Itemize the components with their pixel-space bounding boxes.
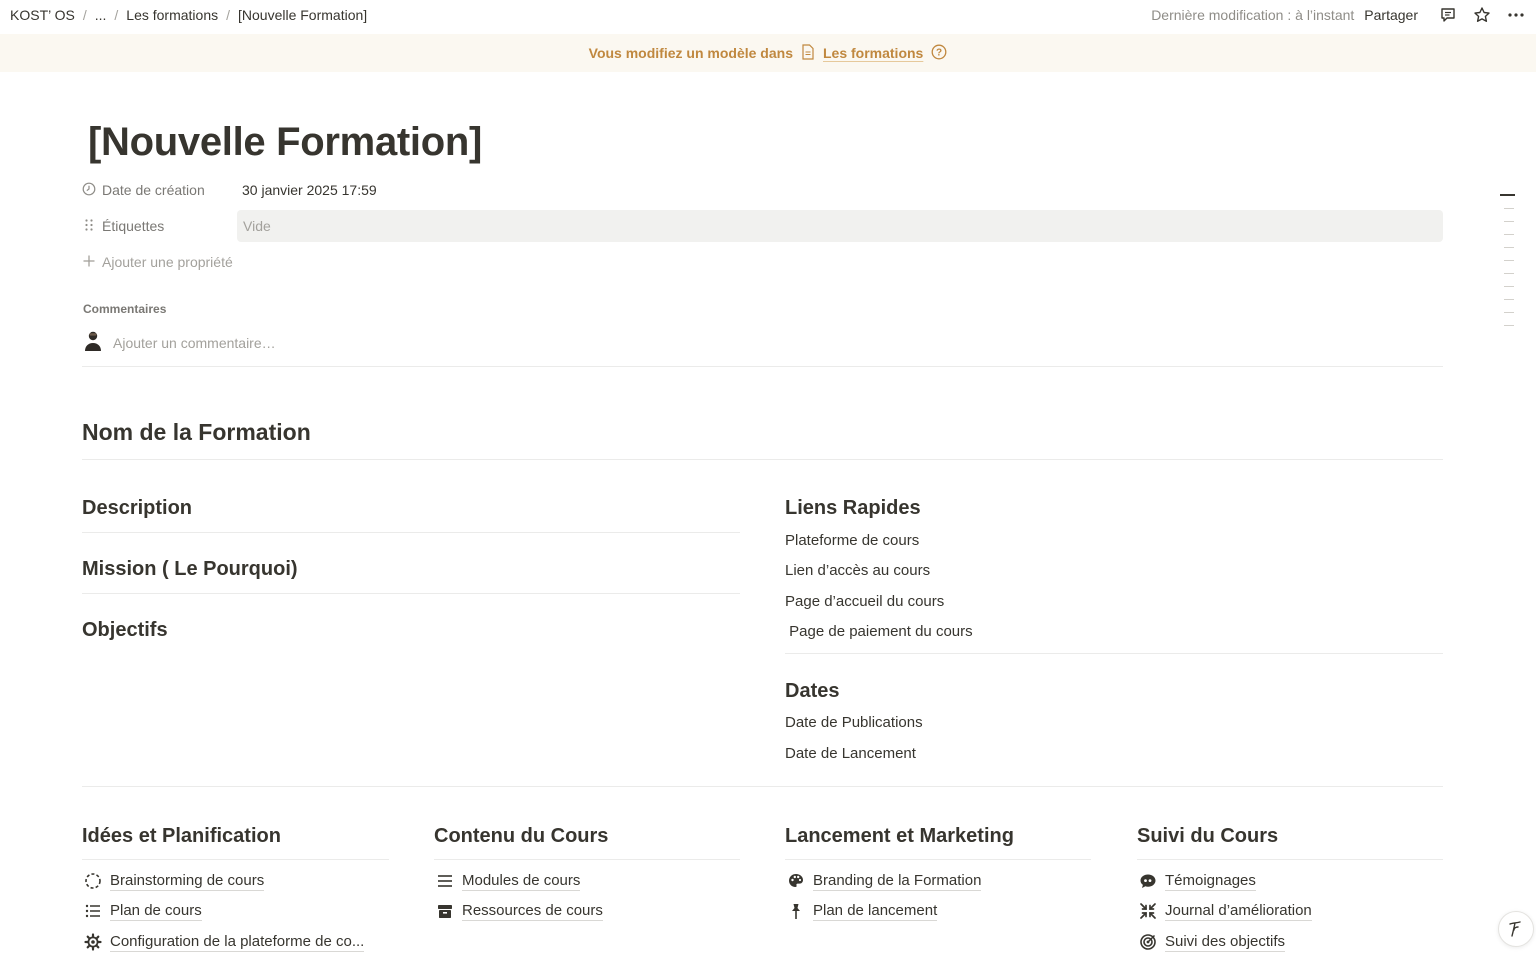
comment-input[interactable]: Ajouter un commentaire… <box>113 335 276 351</box>
property-etiquettes-label: Étiquettes <box>82 211 236 241</box>
heading-lancement-marketing[interactable]: Lancement et Marketing <box>785 825 1014 848</box>
heading-objectifs[interactable]: Objectifs <box>82 619 168 642</box>
pushpin-icon <box>786 901 806 921</box>
property-etiquettes-value[interactable]: Vide <box>237 210 1443 242</box>
palette-icon <box>786 871 806 891</box>
divider <box>82 859 389 860</box>
outline-item[interactable] <box>1504 299 1514 300</box>
divider <box>1137 859 1443 860</box>
divider <box>82 593 740 594</box>
heading-liens-rapides[interactable]: Liens Rapides <box>785 497 921 520</box>
help-question-icon[interactable]: ? <box>931 44 947 63</box>
page-outline[interactable] <box>1500 194 1516 338</box>
ai-assistant-icon[interactable] <box>1498 911 1534 947</box>
banner-text: Vous modifiez un modèle dans <box>588 45 793 61</box>
divider <box>785 859 1091 860</box>
page-icon <box>801 43 815 63</box>
heading-idees-planification[interactable]: Idées et Planification <box>82 825 281 848</box>
outline-item[interactable] <box>1504 247 1514 248</box>
property-name: Étiquettes <box>102 218 165 234</box>
comments-label: Commentaires <box>83 302 167 316</box>
divider <box>785 653 1443 654</box>
divider <box>82 366 1443 367</box>
banner-template-link[interactable]: Les formations <box>823 45 923 61</box>
heading-dates[interactable]: Dates <box>785 680 839 703</box>
drag-handle-icon[interactable] <box>82 218 96 235</box>
divider <box>82 786 1443 787</box>
link-suivi-objectifs[interactable]: Suivi des objectifs <box>1138 932 1286 952</box>
divider <box>434 859 740 860</box>
breadcrumb-item-les-formations[interactable]: Les formations <box>124 7 220 23</box>
link-plan-de-cours[interactable]: Plan de cours <box>83 901 202 921</box>
template-banner: Vous modifiez un modèle dans Les formati… <box>0 34 1536 72</box>
list-item-page-paiement[interactable]: Page de paiement du cours <box>785 623 972 640</box>
link-plan-de-lancement[interactable]: Plan de lancement <box>786 901 938 921</box>
quote-bubble-icon <box>1138 871 1158 891</box>
comments-icon[interactable] <box>1436 3 1460 27</box>
list-item-lien-acces[interactable]: Lien d’accès au cours <box>785 562 930 579</box>
breadcrumb-item-ellipsis[interactable]: ... <box>93 7 109 23</box>
link-configuration-plateforme[interactable]: Configuration de la plateforme de co... <box>83 932 365 952</box>
clock-icon <box>82 182 96 199</box>
outline-item[interactable] <box>1504 234 1514 235</box>
svg-text:?: ? <box>936 47 942 58</box>
star-icon[interactable] <box>1470 3 1494 27</box>
breadcrumb-item-current[interactable]: [Nouvelle Formation] <box>236 7 369 23</box>
list-item-date-publications[interactable]: Date de Publications <box>785 714 923 731</box>
avatar <box>83 330 103 355</box>
outline-item[interactable] <box>1504 325 1514 326</box>
outline-item[interactable] <box>1504 273 1514 274</box>
breadcrumb-item-workspace[interactable]: KOST’ OS <box>8 7 77 23</box>
last-modified-text: Dernière modification : à l’instant <box>1151 7 1355 23</box>
breadcrumb-separator: / <box>114 7 119 23</box>
add-property-button[interactable]: Ajouter une propriété <box>82 250 233 274</box>
archive-box-icon <box>435 901 455 921</box>
divider <box>82 459 1443 460</box>
target-icon <box>1138 932 1158 952</box>
heading-description[interactable]: Description <box>82 497 192 520</box>
breadcrumb-separator: / <box>226 7 230 23</box>
plus-icon <box>82 254 96 271</box>
link-ressources-de-cours[interactable]: Ressources de cours <box>435 901 603 921</box>
heading-mission[interactable]: Mission ( Le Pourquoi) <box>82 558 298 581</box>
page-title[interactable]: [Nouvelle Formation] <box>88 120 482 165</box>
dashed-circle-icon <box>83 871 103 891</box>
property-value: 30 janvier 2025 17:59 <box>242 182 377 198</box>
outline-item[interactable] <box>1504 208 1514 209</box>
list-icon <box>83 901 103 921</box>
outline-item[interactable] <box>1504 286 1514 287</box>
heading-suivi-cours[interactable]: Suivi du Cours <box>1137 825 1278 848</box>
gear-icon <box>83 932 103 952</box>
share-button[interactable]: Partager <box>1364 7 1426 23</box>
outline-item[interactable] <box>1504 221 1514 222</box>
outline-item[interactable] <box>1504 260 1514 261</box>
property-date-creation[interactable]: Date de création 30 janvier 2025 17:59 <box>82 175 377 205</box>
breadcrumb-separator: / <box>82 7 87 23</box>
link-modules-de-cours[interactable]: Modules de cours <box>435 871 581 891</box>
compress-arrows-icon <box>1138 901 1158 921</box>
comment-input-row[interactable]: Ajouter un commentaire… <box>83 330 276 355</box>
link-temoignages[interactable]: Témoignages <box>1138 871 1256 891</box>
list-item-date-lancement[interactable]: Date de Lancement <box>785 745 916 762</box>
property-name: Date de création <box>102 182 205 198</box>
link-journal-amelioration[interactable]: Journal d’amélioration <box>1138 901 1312 921</box>
heading-nom-formation[interactable]: Nom de la Formation <box>82 419 311 446</box>
more-options-icon[interactable] <box>1504 3 1528 27</box>
link-brainstorming[interactable]: Brainstorming de cours <box>83 871 265 891</box>
link-branding-formation[interactable]: Branding de la Formation <box>786 871 982 891</box>
breadcrumb: KOST’ OS / ... / Les formations / [Nouve… <box>8 7 369 23</box>
menu-lines-icon <box>435 871 455 891</box>
add-property-label: Ajouter une propriété <box>102 254 233 270</box>
outline-item[interactable] <box>1500 194 1515 196</box>
outline-item[interactable] <box>1504 312 1514 313</box>
list-item-page-accueil[interactable]: Page d’accueil du cours <box>785 593 944 610</box>
top-bar: KOST’ OS / ... / Les formations / [Nouve… <box>0 0 1536 30</box>
heading-contenu-cours[interactable]: Contenu du Cours <box>434 825 608 848</box>
divider <box>82 532 740 533</box>
list-item-plateforme[interactable]: Plateforme de cours <box>785 532 919 549</box>
